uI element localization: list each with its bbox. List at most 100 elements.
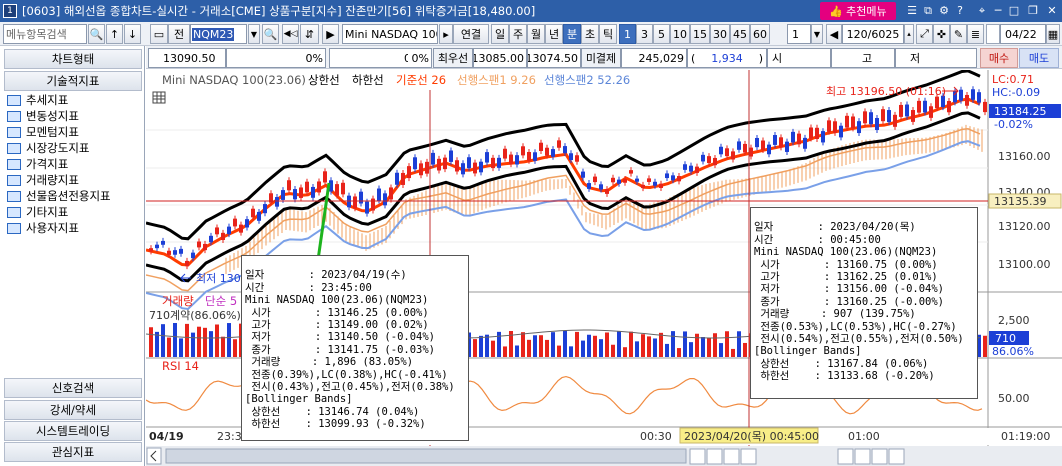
zoom-in-icon[interactable]: ⤢ [916,24,933,44]
legend-span1: 선행스팬1 9.26 [457,73,536,87]
nav-button[interactable] [854,448,871,465]
draw-icon[interactable]: ✎ [950,24,967,44]
chart-type-tab[interactable]: 차트형태 [4,49,142,69]
date-input[interactable]: 04/22 [1000,24,1046,44]
title-bar: 1 [0603] 해외선옵 종합차트-실시간 - 거래소[CME] 상품구분[지… [0,0,1062,22]
list-icon[interactable]: ≣ [967,24,984,44]
cross-price: 13135.39 [994,195,1047,208]
volume-tick: 2,500 [998,314,1030,327]
interval-button[interactable]: 3 [636,24,653,44]
watch-index-tab[interactable]: 관심지표 [4,442,142,462]
count-spinner[interactable]: ▴ [904,24,914,44]
table-view-icon[interactable] [152,91,166,104]
tree-item[interactable]: 사용자지표 [4,220,142,236]
system-trading-tab[interactable]: 시스템트레이딩 [4,421,142,441]
search-icon[interactable]: 🔍 [88,24,105,44]
sell-button[interactable]: 매도 [1019,48,1059,68]
interval-button[interactable]: 60 [750,24,770,44]
scroll-left-icon[interactable]: ◀ [826,24,842,44]
tech-indicators-tab[interactable]: 기술적지표 [4,71,142,91]
nav-button[interactable] [888,448,905,465]
volume-legend: 거래량 [162,294,194,308]
period-button[interactable]: 년 [545,24,563,44]
nav-button[interactable] [689,448,706,465]
continuous-button[interactable]: 연결 [453,24,489,44]
arrow-down-icon[interactable]: ↓ [124,24,141,44]
period-button[interactable]: 틱 [599,24,617,44]
period-button[interactable]: 주 [509,24,527,44]
maximize-icon[interactable]: □ [1007,4,1021,18]
interval-button[interactable]: 15 [690,24,710,44]
buy-button[interactable]: 매수 [980,48,1018,68]
indicator-sidebar: 차트형태 기술적지표 추세지표 변동성지표 모멘텀지표 시장강도지표 가격지표 거래량지표… [0,46,145,466]
change-pct-2: 0% [408,48,432,68]
indicator-tree: 추세지표 변동성지표 모멘텀지표 시장강도지표 가격지표 거래량지표 선물옵션전용지표 기타지… [4,92,142,236]
interval-value-input[interactable]: 1 [787,24,811,44]
product-name-field: Mini NASDAQ 100(23.06) [342,24,438,44]
scroll-left-button[interactable] [146,447,162,465]
tree-item[interactable]: 선물옵션전용지표 [4,188,142,204]
nav-button[interactable] [706,448,723,465]
volume-zero: 0 [329,48,414,68]
tree-item[interactable]: 기타지표 [4,204,142,220]
crosshair-icon[interactable]: ✜ [933,24,950,44]
x-date: 04/19 [149,430,184,443]
interval-button[interactable]: 10 [670,24,690,44]
thumbs-up-icon: 👍 [829,4,844,18]
code-input[interactable]: NQM23 [190,24,247,44]
pin-icon[interactable]: ⌖ [975,4,989,18]
jeon-button[interactable]: 전 [168,24,190,44]
interval-button[interactable]: 1 [619,24,636,44]
tree-item[interactable]: 변동성지표 [4,108,142,124]
window-list-icon[interactable]: ☰ [905,4,919,18]
folder-icon [7,94,21,106]
magnifier-icon[interactable]: 🔍 [262,24,279,44]
period-button[interactable]: 월 [527,24,545,44]
last-price: 13184.25 [994,105,1047,118]
interval-button[interactable]: 45 [730,24,750,44]
recommend-menu-button[interactable]: 👍 추천메뉴 [820,2,896,20]
signal-search-tab[interactable]: 신호검색 [4,378,142,398]
code-dropdown-icon[interactable]: ▼ [248,24,260,44]
period-button[interactable]: 분 [563,24,581,44]
next-icon[interactable]: ▶ [322,24,339,44]
settings-icon[interactable]: ⚙ [937,4,951,18]
nav-button[interactable] [837,448,854,465]
tree-item[interactable]: 모멘텀지표 [4,124,142,140]
data-count-input[interactable]: 120/6025 [842,24,904,44]
help-icon[interactable]: ? [953,4,967,18]
strong-weak-tab[interactable]: 강세/약세 [4,400,142,420]
period-button[interactable]: 일 [491,24,509,44]
tree-item[interactable]: 추세지표 [4,92,142,108]
arrow-up-icon[interactable]: ↑ [106,24,123,44]
menu-search-input[interactable]: 메뉴항목검색 [3,24,87,44]
scroll-thumb[interactable] [165,448,687,464]
minimize-icon[interactable]: ─ [991,4,1005,18]
change-pct-1: 0% [226,48,326,68]
nav-button[interactable] [723,448,740,465]
tree-item[interactable]: 시장강도지표 [4,140,142,156]
unsettled-change: (1,934) [687,48,767,68]
date-checkbox[interactable] [986,24,1000,44]
close-icon[interactable]: ✕ [1045,4,1059,18]
calendar-icon[interactable]: ▦ [1046,24,1060,44]
interval-dropdown-icon[interactable]: ▼ [811,24,823,44]
window-mode-icon[interactable]: ▭ [150,24,168,44]
nav-button[interactable] [740,448,757,465]
hc-value: HC:-0.09 [992,86,1040,99]
nav-button[interactable] [871,448,888,465]
tree-item[interactable]: 가격지표 [4,156,142,172]
tree-item[interactable]: 거래량지표 [4,172,142,188]
product-next-button[interactable]: ▸ [439,24,453,44]
speaker-icon[interactable]: ◀◁ [282,24,299,44]
interval-button[interactable]: 5 [653,24,670,44]
interval-button[interactable]: 30 [710,24,730,44]
period-button[interactable]: 초 [581,24,599,44]
restore-icon[interactable]: ❐ [1026,4,1040,18]
y-tick-3: 13120.00 [998,220,1051,233]
folder-icon [7,158,21,170]
chart-type-icon[interactable]: ⇵ [300,24,319,44]
high-marker: 최고 13196.50 (01:16) [826,85,946,98]
link-icon[interactable]: ⧉ [921,4,935,18]
legend-product-name: Mini NASDAQ 100(23.06) [162,73,306,87]
